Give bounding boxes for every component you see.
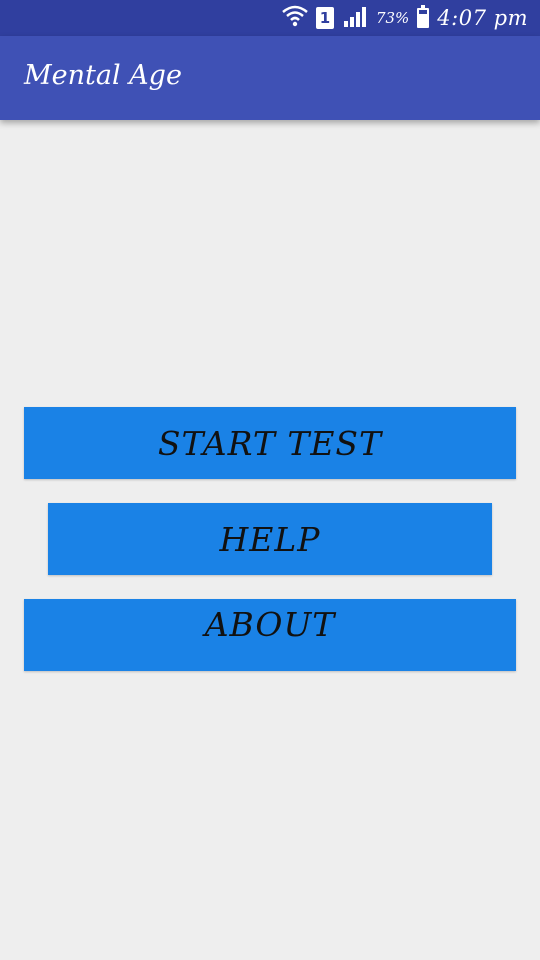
app-title: Mental Age [24,60,182,91]
wifi-icon [282,4,308,32]
battery-fill [419,14,428,26]
about-button[interactable]: ABOUT [24,599,516,671]
signal-icon [342,5,368,31]
app-bar: Mental Age [0,36,540,120]
status-icons: 1 73% 4:07 pm [282,0,528,36]
help-button[interactable]: HELP [48,503,492,575]
status-bar: 1 73% 4:07 pm [0,0,540,36]
battery-icon [417,5,430,28]
sim-icon: 1 [315,7,334,29]
start-test-button[interactable]: START TEST [24,407,516,479]
battery-percent: 73% [375,9,410,27]
clock: 4:07 pm [437,6,528,30]
